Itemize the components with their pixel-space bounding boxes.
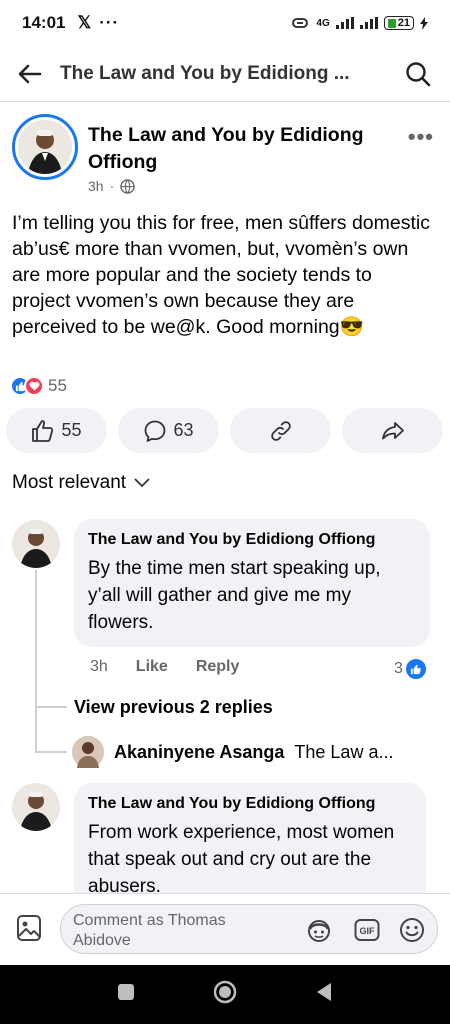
thread-branch [35, 706, 67, 708]
comment-text: By the time men start speaking up, y’all… [88, 558, 381, 633]
status-bar: 14:01 𝕏 ··· 4G 21 [0, 0, 450, 46]
gif-button[interactable]: GIF [353, 916, 381, 944]
avatar-sticker-button[interactable] [305, 916, 333, 944]
share-button[interactable] [342, 408, 443, 453]
header-title: The Law and You by Edidiong ... [60, 62, 350, 84]
comment-author[interactable]: The Law and You by Edidiong Offiong [88, 795, 412, 813]
status-icons: 4G 21 [290, 16, 428, 30]
sort-label: Most relevant [12, 472, 127, 493]
hotspot-icon [292, 18, 309, 28]
thread-branch [35, 751, 67, 753]
love-reaction-icon [24, 376, 44, 396]
comment-text: From work experience, most women that sp… [88, 822, 395, 897]
search-icon [406, 62, 431, 87]
notification-dots: ··· [99, 13, 120, 32]
avatar-sticker-icon [308, 920, 330, 942]
status-time: 14:01 [22, 13, 66, 32]
post-actions: 55 63 [6, 408, 446, 453]
gif-icon: GIF [354, 919, 380, 941]
post-author[interactable]: The Law and You by Edidiong Offiong [88, 122, 388, 176]
like-reaction-icon [405, 659, 426, 679]
comment-composer: Comment as Thomas Abidove GIF [0, 893, 450, 965]
recent-apps-button[interactable] [117, 983, 135, 1006]
thumbs-up-icon [32, 419, 54, 442]
image-icon [17, 915, 41, 941]
reaction-summary[interactable]: 55 [10, 376, 67, 396]
share-icon [381, 421, 404, 439]
reply-author: Akaninyene Asanga [114, 741, 285, 762]
comment-avatar[interactable] [12, 783, 60, 831]
post-time[interactable]: 3h [88, 178, 104, 194]
post-header: The Law and You by Edidiong Offiong 3h ·… [12, 114, 438, 204]
signal-icon [335, 17, 354, 29]
comment-sort-dropdown[interactable]: Most relevant [12, 472, 150, 494]
like-count: 55 [61, 420, 82, 440]
back-button[interactable] [0, 46, 60, 102]
emoji-button[interactable] [398, 916, 426, 944]
signal-icon-2 [359, 17, 378, 29]
battery-level: 21 [397, 17, 410, 29]
comment-actions: 3h Like Reply [90, 658, 239, 676]
comment-bubble[interactable]: The Law and You by Edidiong Offiong By t… [74, 519, 430, 647]
comment-author[interactable]: The Law and You by Edidiong Offiong [88, 531, 416, 549]
meta-separator: · [109, 178, 115, 194]
comment-placeholder: Comment as Thomas Abidove [73, 912, 226, 949]
arrow-left-icon [18, 64, 42, 83]
back-nav-button[interactable] [315, 982, 333, 1007]
reply-avatar[interactable] [72, 736, 104, 768]
charging-icon [420, 16, 428, 30]
smiley-icon [400, 918, 424, 942]
circle-icon [213, 980, 237, 1004]
square-icon [118, 984, 134, 1000]
post-body: I’m telling you this for free, men sûffe… [12, 212, 430, 338]
network-type: 4G [316, 17, 330, 29]
comment-input[interactable]: Comment as Thomas Abidove GIF [60, 904, 438, 954]
search-button[interactable] [398, 54, 438, 94]
photo-button[interactable] [16, 914, 42, 947]
triangle-back-icon [317, 983, 331, 1001]
post-meta: 3h · [88, 178, 136, 194]
comment-time[interactable]: 3h [90, 658, 108, 676]
comment-avatar[interactable] [12, 520, 60, 568]
comment-icon [145, 420, 166, 442]
x-logo-icon: 𝕏 [77, 13, 92, 32]
chevron-down-icon [134, 478, 150, 488]
page-avatar[interactable] [12, 114, 78, 180]
comment-button[interactable]: 63 [118, 408, 219, 453]
more-options-button[interactable]: ••• [408, 124, 434, 150]
top-header: The Law and You by Edidiong ... [0, 46, 450, 102]
view-previous-replies-link[interactable]: View previous 2 replies [74, 697, 273, 718]
latest-reply-preview[interactable]: Akaninyene Asanga The Law a... [72, 736, 432, 768]
reply-preview-text: The Law a... [294, 741, 394, 762]
thread-line [35, 570, 37, 753]
globe-icon [120, 178, 136, 194]
comment-reply-button[interactable]: Reply [196, 658, 240, 676]
home-button[interactable] [213, 980, 237, 1009]
copy-link-button[interactable] [230, 408, 331, 453]
like-button[interactable]: 55 [6, 408, 107, 453]
comment-like-count: 3 [394, 660, 403, 677]
comment-like-summary[interactable]: 3 [394, 659, 426, 679]
system-nav-bar [0, 965, 450, 1024]
avatar-image [18, 120, 72, 174]
battery-icon: 21 [383, 16, 414, 30]
reaction-count: 55 [48, 376, 67, 395]
comment-count: 63 [173, 420, 194, 440]
svg-text:GIF: GIF [360, 926, 376, 936]
comment-like-button[interactable]: Like [136, 658, 168, 676]
link-icon [270, 420, 291, 441]
